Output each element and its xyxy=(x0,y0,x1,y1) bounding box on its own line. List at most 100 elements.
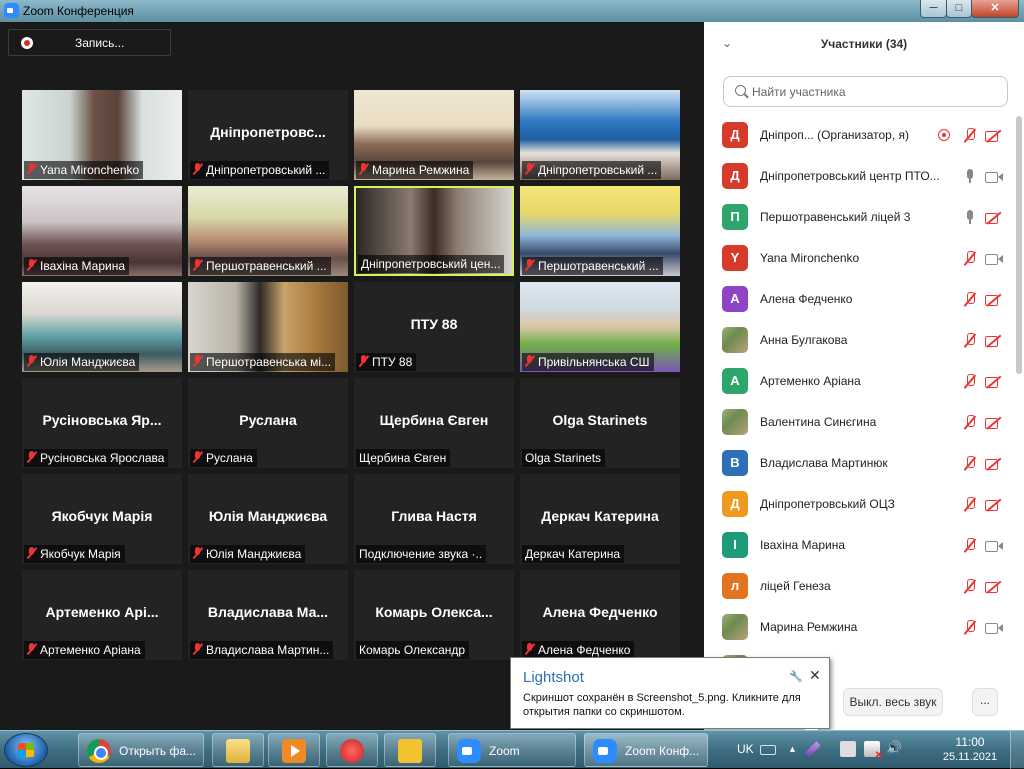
close-icon[interactable]: ✕ xyxy=(809,667,821,684)
wrench-icon[interactable]: 🔧 xyxy=(789,670,803,683)
avatar: л xyxy=(722,573,748,599)
participant-row[interactable]: Д Дніпропетровський ОЦЗ xyxy=(704,485,1014,526)
participant-row[interactable]: Валентина Синєгина xyxy=(704,403,1014,444)
video-tile[interactable]: Артеменко Арі... Артеменко Аріана xyxy=(22,570,182,660)
show-desktop-button[interactable] xyxy=(1010,731,1024,769)
video-tile[interactable]: Дніпропетровський цен... xyxy=(354,186,514,276)
taskbar-zoom-conference[interactable]: Zoom Конф... xyxy=(584,733,708,767)
clock-date[interactable]: 25.11.2021 xyxy=(942,751,998,763)
record-button[interactable]: Запись... xyxy=(8,29,171,56)
show-hidden-icons-icon[interactable]: ▲ xyxy=(788,744,804,760)
keyboard-icon[interactable] xyxy=(760,745,776,755)
video-tile[interactable]: ПТУ 88 ПТУ 88 xyxy=(354,282,514,372)
participant-row[interactable]: А Артеменко Аріана xyxy=(704,362,1014,403)
video-tile[interactable]: Першотравенська мі... xyxy=(188,282,348,372)
microphone-muted-icon[interactable] xyxy=(963,415,977,430)
tile-name-text: ПТУ 88 xyxy=(372,355,413,369)
taskbar-media-player[interactable] xyxy=(268,733,320,767)
camera-icon[interactable] xyxy=(985,170,1003,183)
camera-off-icon[interactable] xyxy=(985,293,1003,306)
microphone-muted-icon[interactable] xyxy=(963,128,977,143)
camera-off-icon[interactable] xyxy=(985,375,1003,388)
microphone-muted-icon[interactable] xyxy=(963,579,977,594)
participant-row[interactable]: Марина Ремжина xyxy=(704,608,1014,649)
video-tile[interactable]: Yana Mironchenko xyxy=(22,90,182,180)
microphone-icon[interactable] xyxy=(963,169,977,184)
participant-row[interactable]: л ліцей Генеза xyxy=(704,567,1014,608)
taskbar-explorer[interactable] xyxy=(212,733,264,767)
participant-row[interactable]: П Першотравенський ліцей 3 xyxy=(704,198,1014,239)
participant-search[interactable] xyxy=(723,76,1008,107)
video-tile[interactable]: Деркач Катерина Деркач Катерина xyxy=(520,474,680,564)
avatar xyxy=(722,327,748,353)
video-tile[interactable]: Глива Настя Подключение звука ·.. xyxy=(354,474,514,564)
microphone-muted-icon[interactable] xyxy=(963,456,977,471)
microphone-muted-icon[interactable] xyxy=(963,292,977,307)
action-center-icon[interactable] xyxy=(840,741,856,757)
participant-row[interactable]: В Владислава Мартинюк xyxy=(704,444,1014,485)
maximize-button[interactable]: □ xyxy=(946,0,972,18)
video-tile[interactable]: Марина Ремжина xyxy=(354,90,514,180)
video-tile[interactable]: Алена Федченко Алена Федченко xyxy=(520,570,680,660)
avatar: П xyxy=(722,204,748,230)
camera-off-icon[interactable] xyxy=(985,211,1003,224)
video-tile[interactable]: Дніпропетровський ... xyxy=(520,90,680,180)
lightshot-notification[interactable]: Lightshot 🔧 ✕ Скриншот сохранён в Screen… xyxy=(510,657,830,743)
tile-name-label: Деркач Катерина xyxy=(522,545,625,563)
camera-off-icon[interactable] xyxy=(985,580,1003,593)
video-tile[interactable]: Владислава Ма... Владислава Мартин... xyxy=(188,570,348,660)
lightshot-tray-icon[interactable] xyxy=(805,741,821,757)
video-tile[interactable]: Першотравенський ... xyxy=(188,186,348,276)
video-tile[interactable]: Руслана Руслана xyxy=(188,378,348,468)
camera-icon[interactable] xyxy=(985,621,1003,634)
microphone-muted-icon[interactable] xyxy=(963,333,977,348)
video-tile[interactable]: Дніпропетровс... Дніпропетровський ... xyxy=(188,90,348,180)
close-window-button[interactable]: ✕ xyxy=(971,0,1019,18)
video-tile[interactable]: Русіновська Яр... Русіновська Ярослава xyxy=(22,378,182,468)
participant-row[interactable]: Д Дніпроп... (Организатор, я) xyxy=(704,116,1014,157)
participants-scrollbar[interactable] xyxy=(1016,116,1022,374)
camera-off-icon[interactable] xyxy=(985,498,1003,511)
tile-name-text: Артеменко Аріана xyxy=(40,643,141,657)
taskbar-app[interactable] xyxy=(384,733,436,767)
camera-icon[interactable] xyxy=(985,252,1003,265)
camera-off-icon[interactable] xyxy=(985,129,1003,142)
participant-row[interactable]: І Іваxіна Марина xyxy=(704,526,1014,567)
lightshot-message[interactable]: Скриншот сохранён в Screenshot_5.png. Кл… xyxy=(523,691,823,719)
video-tile[interactable]: Якобчук Марія Якобчук Марія xyxy=(22,474,182,564)
network-icon[interactable] xyxy=(864,741,883,761)
video-tile[interactable]: Привільнянська СШ xyxy=(520,282,680,372)
camera-off-icon[interactable] xyxy=(985,334,1003,347)
mute-all-button[interactable]: Выкл. весь звук xyxy=(843,688,943,716)
camera-icon[interactable] xyxy=(985,539,1003,552)
camera-off-icon[interactable] xyxy=(985,457,1003,470)
video-tile[interactable]: Іваxіна Марина xyxy=(22,186,182,276)
microphone-muted-icon[interactable] xyxy=(963,497,977,512)
microphone-muted-icon[interactable] xyxy=(963,251,977,266)
video-tile[interactable]: Першотравенський ... xyxy=(520,186,680,276)
video-tile[interactable]: Юлія Манджиєва Юлія Манджиєва xyxy=(188,474,348,564)
video-tile[interactable]: Щербина Євген Щербина Євген xyxy=(354,378,514,468)
taskbar-zoom[interactable]: Zoom xyxy=(448,733,576,767)
participant-row[interactable]: Анна Булгакова xyxy=(704,321,1014,362)
taskbar-app[interactable] xyxy=(326,733,378,767)
video-tile[interactable]: Olga Starinets Olga Starinets xyxy=(520,378,680,468)
search-input[interactable] xyxy=(752,83,992,101)
volume-icon[interactable]: 🔊 xyxy=(886,740,902,756)
video-tile[interactable]: Комарь Олекса... Комарь Олександр xyxy=(354,570,514,660)
minimize-button[interactable]: ─ xyxy=(920,0,947,18)
microphone-muted-icon[interactable] xyxy=(963,538,977,553)
participant-row[interactable]: А Алена Федченко xyxy=(704,280,1014,321)
microphone-muted-icon[interactable] xyxy=(963,374,977,389)
video-tile[interactable]: Юлія Манджиєва xyxy=(22,282,182,372)
taskbar-chrome[interactable]: Открыть фа... xyxy=(78,733,204,767)
microphone-icon[interactable] xyxy=(963,210,977,225)
clock-time[interactable]: 11:00 xyxy=(942,735,998,749)
more-options-button[interactable]: ... xyxy=(972,688,998,716)
language-indicator[interactable]: UK xyxy=(737,742,754,756)
participant-row[interactable]: Д Дніпропетровський центр ПТО... xyxy=(704,157,1014,198)
participant-row[interactable]: Y Yana Mironchenko xyxy=(704,239,1014,280)
microphone-muted-icon[interactable] xyxy=(963,620,977,635)
start-button[interactable] xyxy=(4,733,48,767)
camera-off-icon[interactable] xyxy=(985,416,1003,429)
